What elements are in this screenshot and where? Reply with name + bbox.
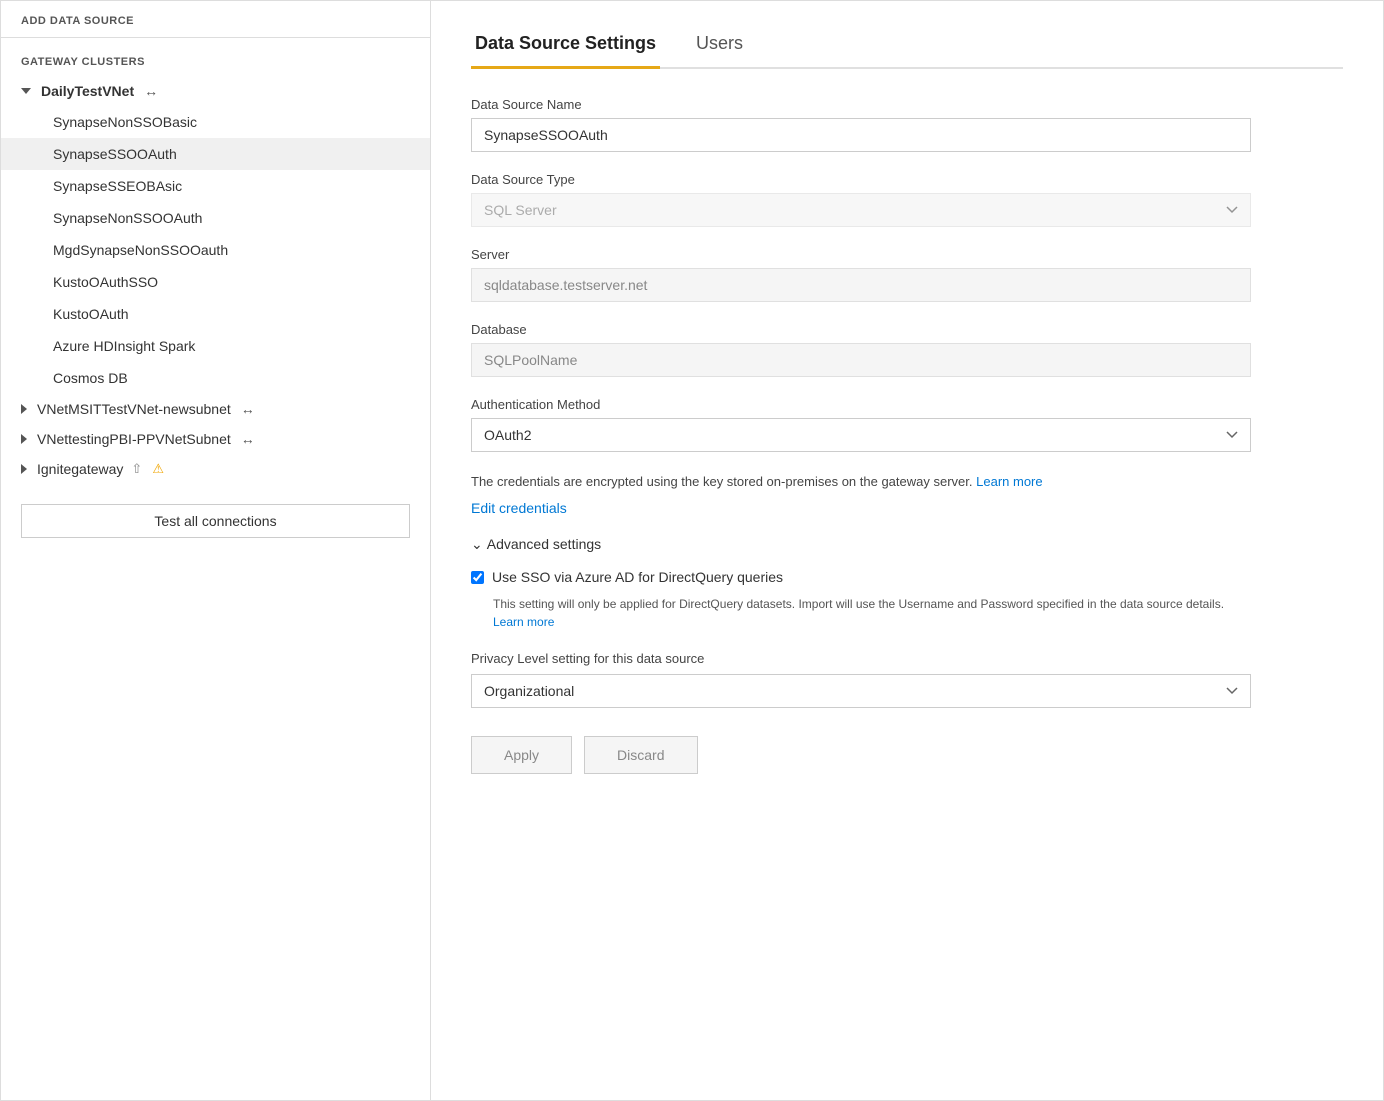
privacy-level-select[interactable]: Organizational Private Public None (471, 674, 1251, 708)
main-content: Data Source Settings Users Data Source N… (431, 1, 1383, 1100)
datasource-azure-hdinsight[interactable]: Azure HDInsight Spark (1, 330, 430, 362)
datasource-name-label: Data Source Name (471, 97, 1251, 112)
discard-button[interactable]: Discard (584, 736, 697, 774)
server-label: Server (471, 247, 1251, 262)
database-label: Database (471, 322, 1251, 337)
cluster-dailytestvnet-header[interactable]: DailyTestVNet ↔ (1, 76, 430, 106)
cluster-dailytestvnet: DailyTestVNet ↔ SynapseNonSSOBasic Synap… (1, 76, 430, 394)
datasource-cosmos-db[interactable]: Cosmos DB (1, 362, 430, 394)
cluster-vnettesting-header[interactable]: VNettestingPBI-PPVNetSubnet ↔ (1, 424, 430, 454)
action-buttons: Apply Discard (471, 736, 1251, 774)
cluster-vnettesting-name: VNettestingPBI-PPVNetSubnet (37, 431, 231, 447)
datasource-type-label: Data Source Type (471, 172, 1251, 187)
cluster-ignitegateway-header[interactable]: Ignitegateway ⇧ ⚠ (1, 454, 430, 484)
datasource-name-group: Data Source Name (471, 97, 1251, 152)
datasource-settings-form: Data Source Name Data Source Type SQL Se… (471, 97, 1251, 774)
auth-method-label: Authentication Method (471, 397, 1251, 412)
datasource-kusto-oauth-sso[interactable]: KustoOAuthSSO (1, 266, 430, 298)
database-group: Database (471, 322, 1251, 377)
sso-checkbox[interactable] (471, 571, 484, 584)
datasource-synapse-ssoo-auth[interactable]: SynapseSSOOAuth (1, 138, 430, 170)
datasource-synapse-non-sso-basic[interactable]: SynapseNonSSOBasic (1, 106, 430, 138)
chevron-right-icon (21, 404, 27, 414)
chevron-right-icon-2 (21, 434, 27, 444)
cluster-dailytestvnet-name: DailyTestVNet (41, 83, 134, 99)
privacy-label: Privacy Level setting for this data sour… (471, 651, 1251, 666)
datasource-name-input[interactable] (471, 118, 1251, 152)
tab-datasource-settings[interactable]: Data Source Settings (471, 25, 660, 69)
test-all-connections-button[interactable]: Test all connections (21, 504, 410, 538)
sidebar-top-label: ADD DATA SOURCE (1, 1, 430, 38)
server-input (471, 268, 1251, 302)
chevron-down-icon (21, 88, 31, 94)
cluster-vnetmsit-name: VNetMSITTestVNet-newsubnet (37, 401, 231, 417)
edit-credentials-link[interactable]: Edit credentials (471, 500, 1251, 516)
credentials-text: The credentials are encrypted using the … (471, 472, 1251, 492)
sso-learn-more-link[interactable]: Learn more (493, 615, 554, 629)
auth-method-group: Authentication Method OAuth2 Basic Windo… (471, 397, 1251, 452)
datasource-type-select[interactable]: SQL Server (471, 193, 1251, 227)
privacy-level-group: Privacy Level setting for this data sour… (471, 651, 1251, 708)
sync-icon-vnetmsit: ↔ (241, 401, 255, 417)
sync-icon-vnettesting: ↔ (241, 431, 255, 447)
auth-method-select[interactable]: OAuth2 Basic Windows Anonymous (471, 418, 1251, 452)
datasource-synapse-non-ssoo-auth[interactable]: SynapseNonSSOOAuth (1, 202, 430, 234)
chevron-down-advanced-icon: ⌄ (471, 536, 483, 553)
credentials-group: The credentials are encrypted using the … (471, 472, 1251, 516)
datasource-kusto-oauth[interactable]: KustoOAuth (1, 298, 430, 330)
server-group: Server (471, 247, 1251, 302)
cluster-vnetmsit-header[interactable]: VNetMSITTestVNet-newsubnet ↔ (1, 394, 430, 424)
database-input (471, 343, 1251, 377)
advanced-settings-toggle[interactable]: ⌄ Advanced settings (471, 536, 1251, 553)
tabs: Data Source Settings Users (471, 25, 1343, 69)
warning-icon: ⚠ (152, 461, 164, 477)
apply-button[interactable]: Apply (471, 736, 572, 774)
sso-checkbox-label[interactable]: Use SSO via Azure AD for DirectQuery que… (492, 569, 783, 585)
tab-users[interactable]: Users (692, 25, 747, 69)
datasource-type-group: Data Source Type SQL Server (471, 172, 1251, 227)
datasource-mgd-synapse[interactable]: MgdSynapseNonSSOOauth (1, 234, 430, 266)
gateway-clusters-label: GATEWAY CLUSTERS (1, 38, 430, 76)
sidebar: ADD DATA SOURCE GATEWAY CLUSTERS DailyTe… (1, 1, 431, 1100)
datasource-synapse-ssob-asic[interactable]: SynapseSSEOBAsic (1, 170, 430, 202)
sso-checkbox-desc: This setting will only be applied for Di… (493, 595, 1251, 631)
sync-icon: ↔ (144, 83, 158, 99)
chevron-right-icon-3 (21, 464, 27, 474)
advanced-settings-label: Advanced settings (487, 536, 601, 552)
cluster-ignitegateway-name: Ignitegateway (37, 461, 123, 477)
sso-checkbox-row: Use SSO via Azure AD for DirectQuery que… (471, 569, 1251, 585)
learn-more-credentials-link[interactable]: Learn more (976, 474, 1042, 489)
upload-icon: ⇧ (131, 461, 142, 477)
